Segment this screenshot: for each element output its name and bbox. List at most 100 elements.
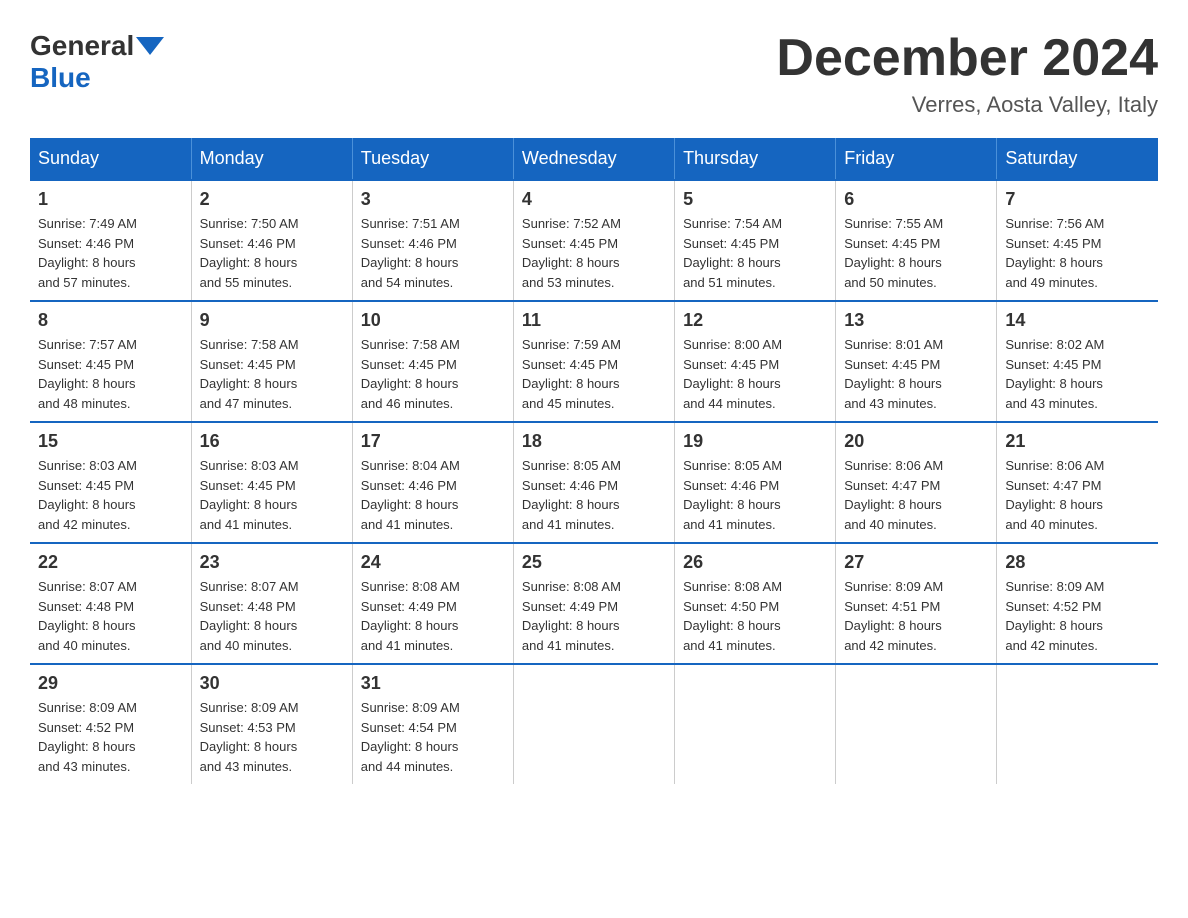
calendar-cell [997,664,1158,784]
day-number: 8 [38,310,183,331]
calendar-cell: 15 Sunrise: 8:03 AMSunset: 4:45 PMDaylig… [30,422,191,543]
logo-arrow-icon [136,37,164,55]
calendar-cell [836,664,997,784]
day-number: 4 [522,189,666,210]
day-info: Sunrise: 8:07 AMSunset: 4:48 PMDaylight:… [200,579,299,653]
day-number: 24 [361,552,505,573]
calendar-cell: 27 Sunrise: 8:09 AMSunset: 4:51 PMDaylig… [836,543,997,664]
day-number: 1 [38,189,183,210]
days-of-week-row: SundayMondayTuesdayWednesdayThursdayFrid… [30,138,1158,180]
day-info: Sunrise: 7:51 AMSunset: 4:46 PMDaylight:… [361,216,460,290]
page-header: General Blue December 2024 Verres, Aosta… [30,30,1158,118]
day-info: Sunrise: 7:59 AMSunset: 4:45 PMDaylight:… [522,337,621,411]
day-number: 31 [361,673,505,694]
day-number: 9 [200,310,344,331]
day-number: 3 [361,189,505,210]
day-of-week-monday: Monday [191,138,352,180]
day-number: 29 [38,673,183,694]
day-info: Sunrise: 8:05 AMSunset: 4:46 PMDaylight:… [683,458,782,532]
calendar-cell: 17 Sunrise: 8:04 AMSunset: 4:46 PMDaylig… [352,422,513,543]
day-number: 2 [200,189,344,210]
day-info: Sunrise: 8:03 AMSunset: 4:45 PMDaylight:… [38,458,137,532]
day-info: Sunrise: 7:56 AMSunset: 4:45 PMDaylight:… [1005,216,1104,290]
calendar-cell: 10 Sunrise: 7:58 AMSunset: 4:45 PMDaylig… [352,301,513,422]
day-number: 28 [1005,552,1150,573]
calendar-cell: 3 Sunrise: 7:51 AMSunset: 4:46 PMDayligh… [352,180,513,301]
calendar-cell: 29 Sunrise: 8:09 AMSunset: 4:52 PMDaylig… [30,664,191,784]
calendar-cell: 20 Sunrise: 8:06 AMSunset: 4:47 PMDaylig… [836,422,997,543]
day-info: Sunrise: 7:49 AMSunset: 4:46 PMDaylight:… [38,216,137,290]
day-number: 7 [1005,189,1150,210]
day-info: Sunrise: 7:54 AMSunset: 4:45 PMDaylight:… [683,216,782,290]
calendar-cell [675,664,836,784]
day-info: Sunrise: 8:02 AMSunset: 4:45 PMDaylight:… [1005,337,1104,411]
day-info: Sunrise: 8:06 AMSunset: 4:47 PMDaylight:… [1005,458,1104,532]
day-info: Sunrise: 8:09 AMSunset: 4:54 PMDaylight:… [361,700,460,774]
day-of-week-thursday: Thursday [675,138,836,180]
calendar-week-5: 29 Sunrise: 8:09 AMSunset: 4:52 PMDaylig… [30,664,1158,784]
day-number: 16 [200,431,344,452]
calendar-cell: 11 Sunrise: 7:59 AMSunset: 4:45 PMDaylig… [513,301,674,422]
day-info: Sunrise: 7:50 AMSunset: 4:46 PMDaylight:… [200,216,299,290]
day-number: 27 [844,552,988,573]
calendar-week-1: 1 Sunrise: 7:49 AMSunset: 4:46 PMDayligh… [30,180,1158,301]
calendar-cell: 12 Sunrise: 8:00 AMSunset: 4:45 PMDaylig… [675,301,836,422]
day-info: Sunrise: 8:04 AMSunset: 4:46 PMDaylight:… [361,458,460,532]
calendar-cell: 13 Sunrise: 8:01 AMSunset: 4:45 PMDaylig… [836,301,997,422]
calendar-table: SundayMondayTuesdayWednesdayThursdayFrid… [30,138,1158,784]
day-info: Sunrise: 8:07 AMSunset: 4:48 PMDaylight:… [38,579,137,653]
day-info: Sunrise: 8:09 AMSunset: 4:52 PMDaylight:… [38,700,137,774]
day-info: Sunrise: 8:08 AMSunset: 4:49 PMDaylight:… [361,579,460,653]
day-info: Sunrise: 7:58 AMSunset: 4:45 PMDaylight:… [200,337,299,411]
day-of-week-sunday: Sunday [30,138,191,180]
day-number: 23 [200,552,344,573]
calendar-cell: 7 Sunrise: 7:56 AMSunset: 4:45 PMDayligh… [997,180,1158,301]
calendar-cell: 26 Sunrise: 8:08 AMSunset: 4:50 PMDaylig… [675,543,836,664]
logo-blue-text: Blue [30,62,91,93]
day-info: Sunrise: 7:55 AMSunset: 4:45 PMDaylight:… [844,216,943,290]
day-number: 14 [1005,310,1150,331]
day-number: 17 [361,431,505,452]
calendar-cell: 6 Sunrise: 7:55 AMSunset: 4:45 PMDayligh… [836,180,997,301]
day-number: 18 [522,431,666,452]
calendar-cell: 30 Sunrise: 8:09 AMSunset: 4:53 PMDaylig… [191,664,352,784]
day-info: Sunrise: 8:08 AMSunset: 4:50 PMDaylight:… [683,579,782,653]
day-info: Sunrise: 8:01 AMSunset: 4:45 PMDaylight:… [844,337,943,411]
day-number: 25 [522,552,666,573]
calendar-cell: 22 Sunrise: 8:07 AMSunset: 4:48 PMDaylig… [30,543,191,664]
day-number: 30 [200,673,344,694]
day-info: Sunrise: 8:06 AMSunset: 4:47 PMDaylight:… [844,458,943,532]
location: Verres, Aosta Valley, Italy [776,92,1158,118]
day-info: Sunrise: 7:52 AMSunset: 4:45 PMDaylight:… [522,216,621,290]
day-number: 22 [38,552,183,573]
day-of-week-friday: Friday [836,138,997,180]
calendar-cell: 18 Sunrise: 8:05 AMSunset: 4:46 PMDaylig… [513,422,674,543]
day-info: Sunrise: 7:57 AMSunset: 4:45 PMDaylight:… [38,337,137,411]
logo-general-text: General [30,30,134,62]
calendar-cell: 21 Sunrise: 8:06 AMSunset: 4:47 PMDaylig… [997,422,1158,543]
day-number: 12 [683,310,827,331]
calendar-cell: 2 Sunrise: 7:50 AMSunset: 4:46 PMDayligh… [191,180,352,301]
day-of-week-wednesday: Wednesday [513,138,674,180]
calendar-week-4: 22 Sunrise: 8:07 AMSunset: 4:48 PMDaylig… [30,543,1158,664]
day-info: Sunrise: 8:08 AMSunset: 4:49 PMDaylight:… [522,579,621,653]
calendar-cell: 24 Sunrise: 8:08 AMSunset: 4:49 PMDaylig… [352,543,513,664]
day-info: Sunrise: 8:05 AMSunset: 4:46 PMDaylight:… [522,458,621,532]
day-number: 6 [844,189,988,210]
calendar-cell [513,664,674,784]
calendar-cell: 1 Sunrise: 7:49 AMSunset: 4:46 PMDayligh… [30,180,191,301]
day-info: Sunrise: 8:09 AMSunset: 4:51 PMDaylight:… [844,579,943,653]
day-number: 21 [1005,431,1150,452]
day-number: 13 [844,310,988,331]
day-number: 15 [38,431,183,452]
calendar-cell: 8 Sunrise: 7:57 AMSunset: 4:45 PMDayligh… [30,301,191,422]
calendar-week-3: 15 Sunrise: 8:03 AMSunset: 4:45 PMDaylig… [30,422,1158,543]
day-number: 10 [361,310,505,331]
calendar-cell: 14 Sunrise: 8:02 AMSunset: 4:45 PMDaylig… [997,301,1158,422]
calendar-cell: 25 Sunrise: 8:08 AMSunset: 4:49 PMDaylig… [513,543,674,664]
calendar-cell: 23 Sunrise: 8:07 AMSunset: 4:48 PMDaylig… [191,543,352,664]
calendar-cell: 28 Sunrise: 8:09 AMSunset: 4:52 PMDaylig… [997,543,1158,664]
calendar-cell: 9 Sunrise: 7:58 AMSunset: 4:45 PMDayligh… [191,301,352,422]
day-number: 11 [522,310,666,331]
day-of-week-tuesday: Tuesday [352,138,513,180]
